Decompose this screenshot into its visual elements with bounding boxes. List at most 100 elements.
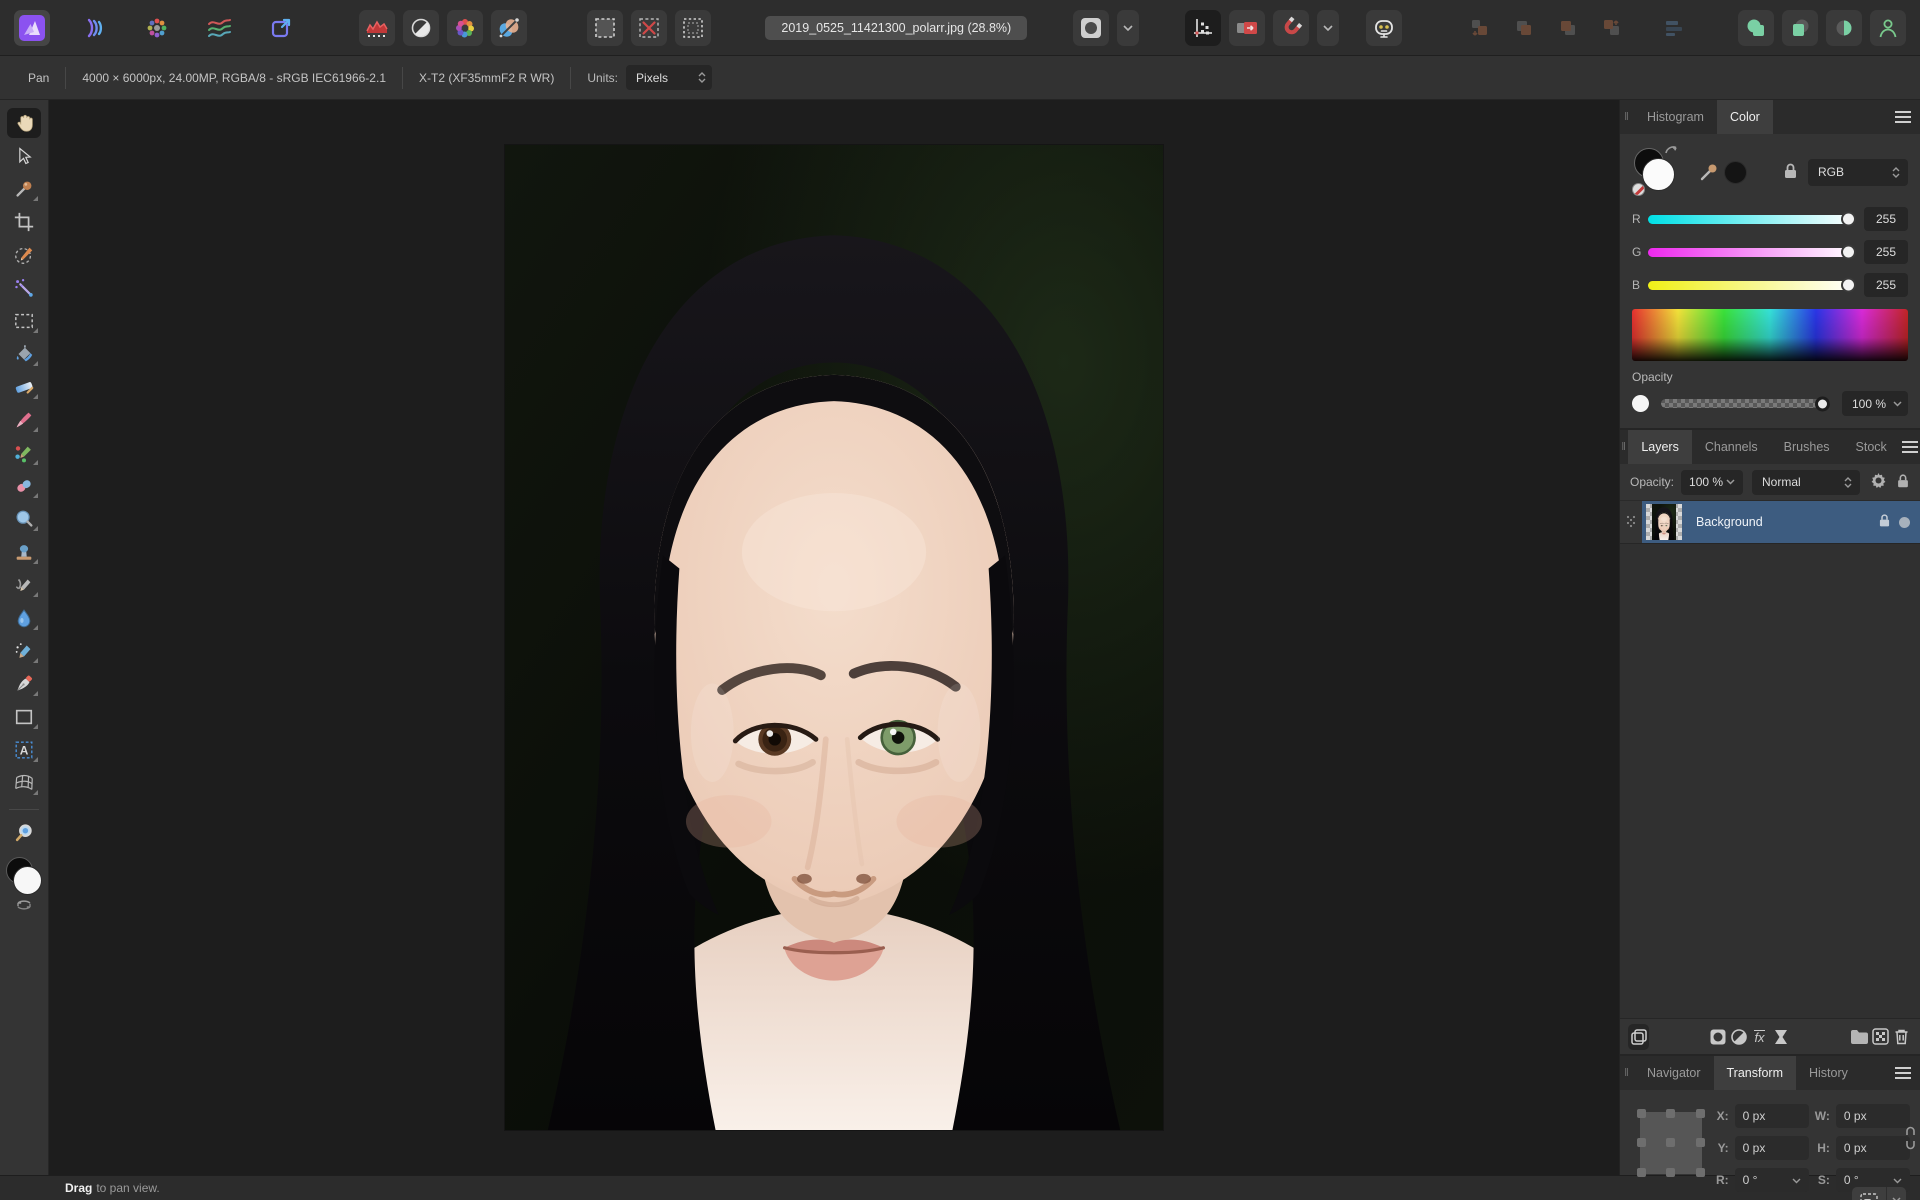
h-field[interactable]: 0 px [1836,1136,1910,1160]
pen-tool[interactable] [7,669,41,699]
select-all-button[interactable] [587,10,623,46]
layers-empty-area[interactable] [1620,544,1920,1018]
text-tool[interactable]: A [7,735,41,765]
edit-all-layers-button[interactable] [1628,1024,1649,1050]
marquee-tool[interactable] [7,306,41,336]
deselect-button[interactable] [631,10,667,46]
flood-select-tool[interactable] [7,273,41,303]
blur-tool[interactable] [7,603,41,633]
w-field[interactable]: 0 px [1836,1104,1910,1128]
mask-layer-button[interactable] [1707,1024,1728,1050]
auto-levels-button[interactable] [359,10,395,46]
gear-icon[interactable] [1870,472,1887,492]
document-title[interactable]: 2019_0525_11421300_polarr.jpg (28.8%) [765,16,1027,40]
tab-transform[interactable]: Transform [1714,1056,1797,1090]
blue-channel-value[interactable]: 255 [1864,273,1908,297]
lock-icon[interactable] [1783,162,1798,183]
boolean-subtract-button[interactable] [1782,10,1818,46]
layer-visibility-toggle[interactable] [1899,517,1910,528]
move-tool[interactable] [7,141,41,171]
live-filter-button[interactable]: fx [1749,1024,1770,1050]
smudge-tool[interactable] [7,636,41,666]
tab-brushes[interactable]: Brushes [1771,430,1843,464]
clone-stamp-tool[interactable] [7,537,41,567]
tab-stock[interactable]: Stock [1843,430,1900,464]
color-well-pair[interactable] [1632,146,1684,198]
export-persona-button[interactable] [263,10,299,46]
selection-brush-tool[interactable] [7,240,41,270]
color-mode-select[interactable]: RGB [1808,159,1908,186]
y-field[interactable]: 0 px [1735,1136,1809,1160]
move-back-one-button[interactable] [1506,10,1542,46]
opacity-value-select[interactable]: 100 % [1842,391,1908,416]
color-picker-tool[interactable] [7,174,41,204]
invert-selection-button[interactable] [675,10,711,46]
snapping-options-chevron[interactable] [1317,10,1339,46]
units-select[interactable]: Pixels [626,65,712,90]
red-channel-value[interactable]: 255 [1864,207,1908,231]
color-spectrum-strip[interactable] [1632,309,1908,361]
delete-layer-button[interactable] [1891,1024,1912,1050]
opacity-swatch[interactable] [1632,395,1649,412]
x-field[interactable]: 0 px [1735,1104,1809,1128]
account-button[interactable] [1870,10,1906,46]
auto-colour-button[interactable] [447,10,483,46]
picked-color-well[interactable] [1724,161,1747,184]
no-color-icon[interactable] [1632,183,1645,196]
mesh-warp-tool[interactable] [7,768,41,798]
erase-brush-tool[interactable] [7,471,41,501]
tone-mapping-persona-button[interactable] [201,10,237,46]
transform-mode-button[interactable] [1852,1187,1906,1200]
panel-drag-handle[interactable]: ‖ [1620,430,1628,464]
r-field[interactable]: 0 ° [1735,1168,1809,1192]
panel-drag-handle[interactable]: ‖ [1620,100,1634,134]
primary-color-well[interactable] [1642,158,1675,191]
show-grid-button[interactable] [1185,10,1221,46]
blend-mode-select[interactable]: Normal [1752,470,1860,495]
slider-knob[interactable] [1815,396,1830,411]
undo-brush-tool[interactable] [7,570,41,600]
tab-channels[interactable]: Channels [1692,430,1771,464]
view-tool[interactable] [7,108,41,138]
slider-knob[interactable] [1841,245,1856,260]
snapping-presets-button[interactable] [1229,10,1265,46]
blemish-removal-tool[interactable] [7,504,41,534]
auto-white-balance-button[interactable] [491,10,527,46]
document-photo[interactable] [505,145,1163,1130]
swap-colors-icon[interactable] [15,899,33,913]
group-layers-button[interactable] [1849,1024,1870,1050]
swap-colors-icon[interactable] [1664,144,1678,159]
slider-knob[interactable] [1841,212,1856,227]
green-channel-slider[interactable] [1648,248,1854,257]
layer-lock-icon[interactable] [1878,513,1891,531]
tab-histogram[interactable]: Histogram [1634,100,1717,134]
panel-drag-handle[interactable]: ‖ [1620,1056,1634,1090]
gradient-tool[interactable] [7,372,41,402]
layers-opacity-select[interactable]: 100 % [1681,470,1743,495]
invert-button[interactable] [1770,1024,1791,1050]
tab-color[interactable]: Color [1717,100,1773,134]
lock-icon[interactable] [1896,473,1910,492]
boolean-intersect-button[interactable] [1826,10,1862,46]
transform-mode-chevron[interactable] [1886,1187,1906,1200]
layer-thumbnail[interactable] [1646,504,1682,540]
flood-fill-tool[interactable] [7,339,41,369]
auto-contrast-button[interactable] [403,10,439,46]
snapping-button[interactable] [1273,10,1309,46]
develop-persona-button[interactable] [139,10,175,46]
crop-tool[interactable] [7,207,41,237]
assistant-button[interactable] [1366,10,1402,46]
add-pixel-layer-button[interactable] [1870,1024,1891,1050]
color-replacement-brush-tool[interactable] [7,438,41,468]
tab-navigator[interactable]: Navigator [1634,1056,1714,1090]
transform-anchor-selector[interactable] [1640,1112,1702,1174]
slider-knob[interactable] [1841,278,1856,293]
color-picker-icon[interactable] [1698,159,1722,186]
layer-grip[interactable] [1620,501,1642,543]
foreground-color-swatch[interactable] [13,866,42,895]
panel-menu-icon[interactable] [1886,1056,1920,1090]
opacity-slider[interactable] [1661,399,1830,408]
move-forward-one-button[interactable] [1550,10,1586,46]
move-to-back-button[interactable] [1462,10,1498,46]
paint-brush-tool[interactable] [7,405,41,435]
